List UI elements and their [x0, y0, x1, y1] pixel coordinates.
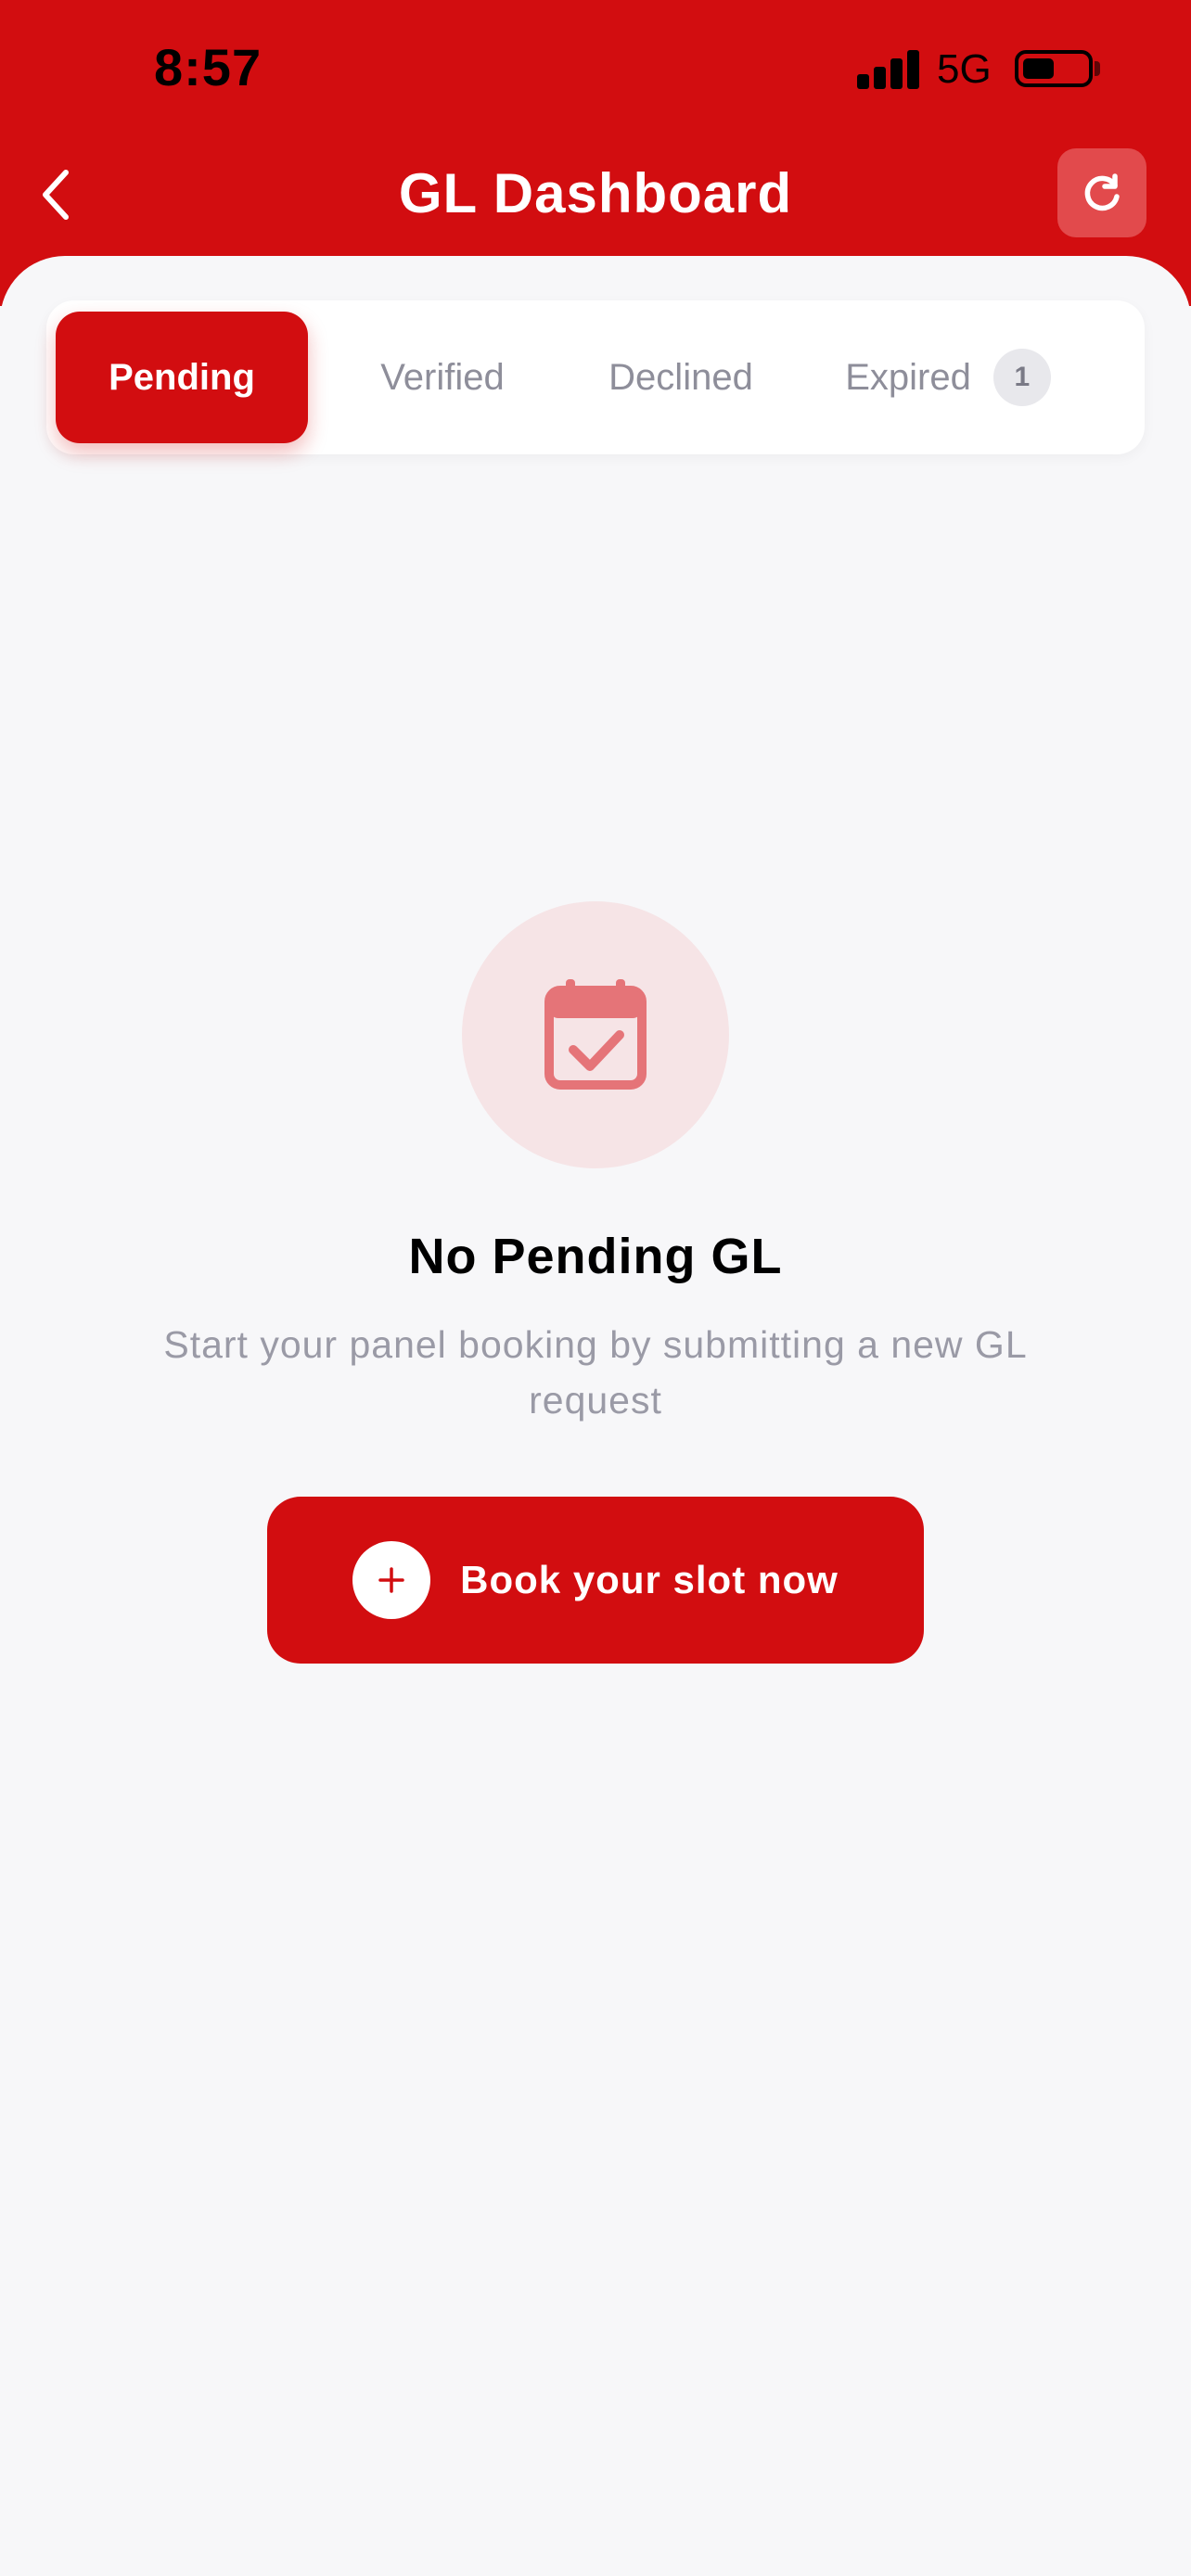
plus-icon	[352, 1541, 431, 1619]
status-bar: 8:57 5G	[0, 0, 1191, 139]
expired-count-badge: 1	[992, 349, 1051, 406]
page-title: GL Dashboard	[398, 162, 793, 224]
book-slot-label: Book your slot now	[460, 1558, 839, 1601]
status-tabs: Pending Verified Declined Expired 1	[46, 300, 1145, 454]
battery-tip	[1095, 61, 1100, 76]
battery-icon	[1015, 50, 1093, 87]
refresh-icon	[1084, 173, 1120, 211]
empty-state-subtitle: Start your panel booking by submitting a…	[163, 1323, 1028, 1422]
tab-verified[interactable]: Verified	[336, 300, 549, 454]
empty-state-icon-circle	[462, 901, 729, 1168]
tab-label: Declined	[608, 356, 753, 398]
refresh-button[interactable]	[1057, 148, 1146, 237]
tab-declined[interactable]: Declined	[555, 300, 807, 454]
tab-pending[interactable]: Pending	[56, 312, 308, 443]
status-time: 8:57	[154, 38, 263, 96]
calendar-check-icon	[544, 979, 647, 1090]
battery-fill	[1023, 58, 1054, 79]
tab-label: Verified	[380, 356, 505, 398]
tab-label: Expired	[845, 356, 971, 398]
nav-bar: GL Dashboard	[0, 139, 1191, 250]
book-slot-button[interactable]: Book your slot now	[267, 1497, 924, 1664]
screen: 8:57 5G GL Dashboard Pending Verified De…	[0, 0, 1191, 2576]
network-label: 5G	[937, 46, 992, 92]
tab-expired[interactable]: Expired 1	[807, 300, 1089, 454]
tab-label: Pending	[109, 356, 255, 398]
empty-state-title: No Pending GL	[408, 1229, 783, 1284]
signal-icon	[857, 48, 920, 89]
